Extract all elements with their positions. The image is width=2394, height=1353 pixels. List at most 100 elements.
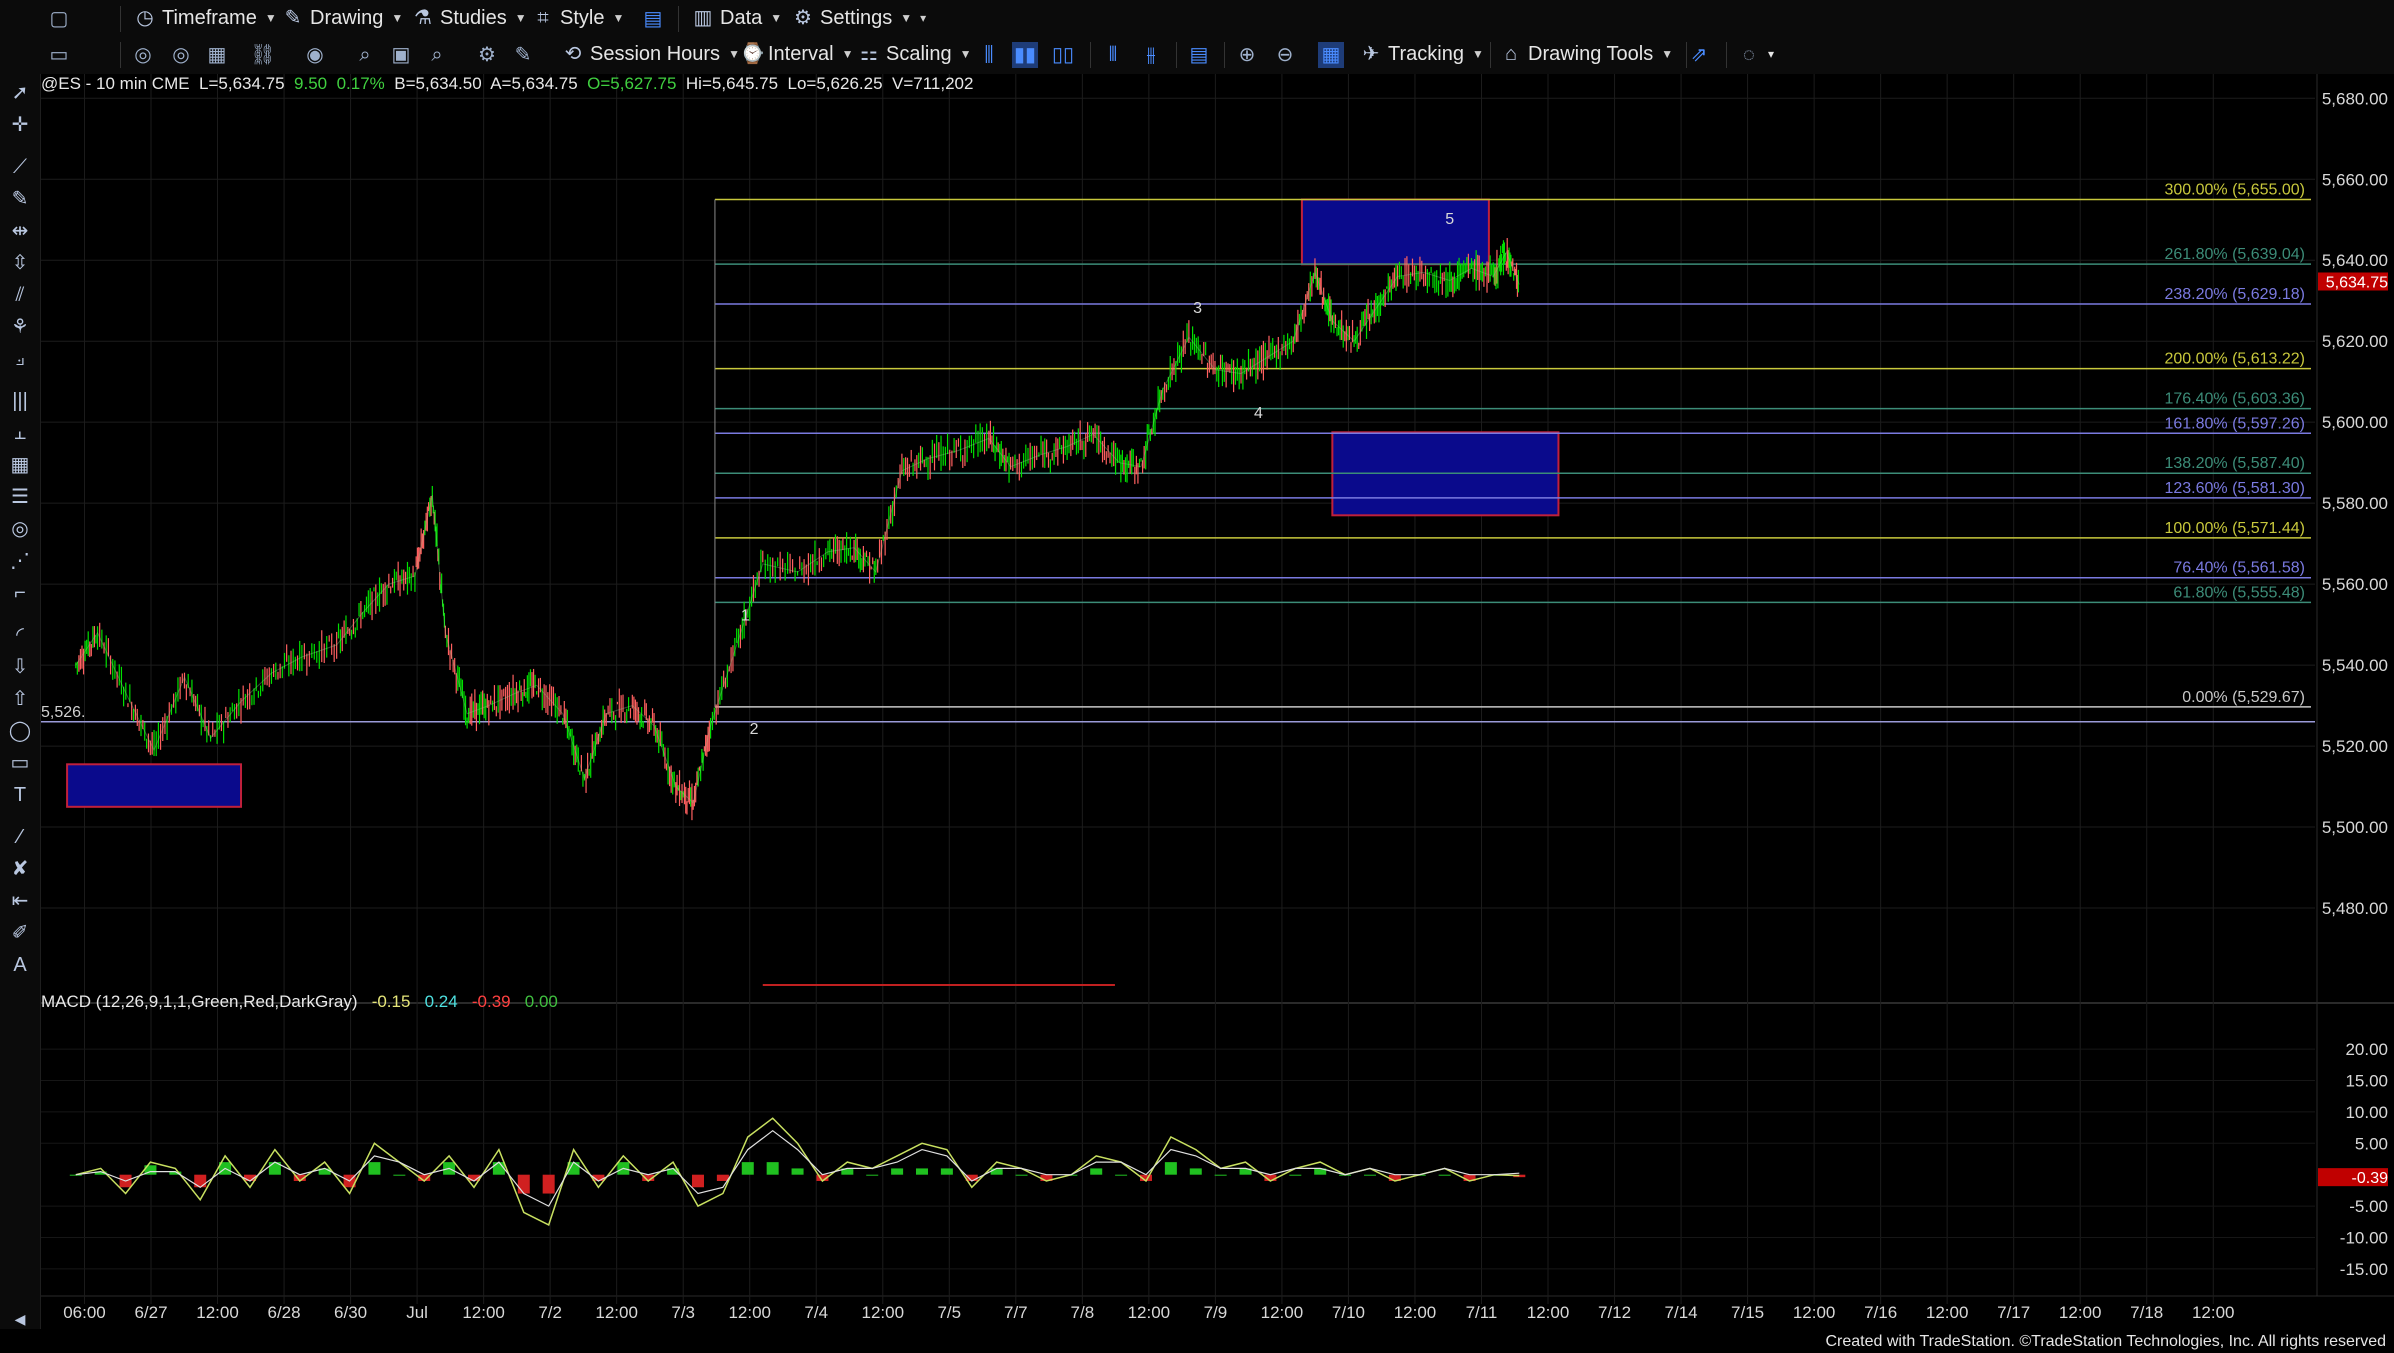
price-chart[interactable]: 06:00 6/27 12:00 6/28 6/30 Jul 12:00 7/2 12:00 7/…: [41, 74, 2394, 1353]
layout-icon[interactable]: ▤: [640, 6, 666, 32]
channel-icon[interactable]: ⫽: [7, 282, 33, 308]
delete-drawing-icon[interactable]: ✘: [7, 856, 33, 882]
flask-icon: ⚗: [414, 7, 432, 29]
candlestick-icon[interactable]: ▮▮: [1012, 42, 1038, 68]
compress-icon[interactable]: ⫴: [1100, 42, 1126, 68]
print-icon[interactable]: ▦: [204, 42, 230, 68]
overflow-icon[interactable]: ▾: [1768, 40, 1774, 68]
highlighter-icon[interactable]: ✐: [7, 920, 33, 946]
time-axis-label: 7/15: [1731, 1303, 1764, 1322]
save-icon[interactable]: ▣: [388, 42, 414, 68]
rectangle-icon[interactable]: ▭: [7, 750, 33, 776]
studies-menu[interactable]: ⚗ Studies ▼: [412, 4, 527, 32]
session-hours-menu[interactable]: ⟲ Session Hours ▼: [562, 40, 740, 68]
text-icon[interactable]: T: [7, 782, 33, 808]
macd-histogram-bar: [990, 1168, 1003, 1175]
zoom-out-icon[interactable]: ⊖: [1272, 42, 1298, 68]
down-arrow-icon[interactable]: ⇩: [7, 654, 33, 680]
vertical-line-icon[interactable]: ⇳: [7, 250, 33, 276]
interval-menu[interactable]: ⌚ Interval ▼: [740, 40, 853, 68]
gann-icon[interactable]: ⚘: [7, 314, 33, 340]
text-box-icon[interactable]: A: [7, 952, 33, 978]
step-icon[interactable]: ⌐: [7, 580, 33, 606]
pointer-icon[interactable]: ➚: [7, 80, 33, 106]
arc-icon[interactable]: ◜: [7, 622, 33, 648]
macd-histogram-bar: [1289, 1174, 1302, 1176]
fib-level-label: 200.00% (5,613.22): [2164, 351, 2305, 368]
lines-icon[interactable]: ☰: [7, 484, 33, 510]
timeframe-menu[interactable]: ◷ Timeframe ▼: [134, 4, 276, 32]
bar-chart-icon[interactable]: ⫼: [976, 42, 1002, 68]
macd-histogram-bar: [691, 1174, 704, 1188]
edit-line-icon[interactable]: ⁄: [7, 824, 33, 850]
bid-price: B=5,634.50: [394, 74, 482, 93]
zoom-in-icon[interactable]: ◎: [130, 42, 156, 68]
link-icon[interactable]: ⛓: [250, 42, 276, 68]
dots-icon[interactable]: ⋰: [7, 548, 33, 574]
chat-icon[interactable]: ◌: [1736, 42, 1762, 68]
zoom-out-icon[interactable]: ◎: [168, 42, 194, 68]
expand-icon[interactable]: ⫵: [1138, 42, 1164, 68]
timeframe-label: Timeframe: [162, 6, 257, 29]
up-arrow-icon[interactable]: ⇧: [7, 686, 33, 712]
table-icon[interactable]: ▦: [7, 452, 33, 478]
drawing-menu[interactable]: ✎ Drawing ▼: [282, 4, 404, 32]
pencil-icon[interactable]: ✎: [7, 186, 33, 212]
trendline-icon[interactable]: ⟋: [7, 154, 33, 180]
symbol-name: @ES - 10 min CME: [41, 74, 190, 93]
search-icon[interactable]: ⌕: [352, 42, 378, 68]
hierarchy-icon[interactable]: ⚙: [474, 42, 500, 68]
style-icon: ⌗: [537, 7, 549, 29]
chevron-down-icon: ▼: [612, 11, 625, 25]
footer-copyright: Created with TradeStation. ©TradeStation…: [1825, 1333, 2386, 1350]
bars-icon[interactable]: |||: [7, 388, 33, 414]
line-chart-icon[interactable]: ▯▯: [1050, 42, 1076, 68]
time-axis-label: 12:00: [196, 1303, 239, 1322]
chart-area[interactable]: 06:00 6/27 12:00 6/28 6/30 Jul 12:00 7/2 12:00 7/…: [41, 74, 2394, 1353]
ruler-icon[interactable]: ⟓: [7, 346, 33, 372]
drawing-tools-menu[interactable]: ⌂ Drawing Tools ▼: [1500, 40, 1673, 68]
style-menu[interactable]: ⌗ Style ▼: [532, 4, 624, 32]
macd-axis-label: -15.00: [2340, 1260, 2388, 1279]
price-axis-label: 5,580.00: [2322, 494, 2388, 513]
export-icon[interactable]: ⇗: [1686, 42, 1712, 68]
macd-last-value-label: -0.39: [2352, 1170, 2389, 1187]
time-axis-label: 12:00: [595, 1303, 638, 1322]
window-icon[interactable]: ▢: [46, 6, 72, 32]
target-box: [1300, 198, 1490, 266]
crosshair-icon[interactable]: ✛: [7, 112, 33, 138]
target-icon[interactable]: ◉: [302, 42, 328, 68]
window-icon[interactable]: ▭: [46, 42, 72, 68]
toolbar-divider: [120, 6, 121, 32]
cycle-icon[interactable]: ◎: [7, 516, 33, 542]
scaling-icon: ⚏: [860, 43, 878, 65]
time-axis-label: 7/2: [538, 1303, 562, 1322]
ellipse-icon[interactable]: ◯: [7, 718, 33, 744]
session-hours-label: Session Hours: [590, 42, 721, 65]
macd-histogram-bar: [940, 1168, 953, 1175]
settings-menu[interactable]: ⚙ Settings ▼ ▾: [792, 4, 926, 32]
horizontal-line-icon[interactable]: ⇹: [7, 218, 33, 244]
fib-icon[interactable]: ⫠: [7, 420, 33, 446]
data-menu[interactable]: ▥ Data ▼: [692, 4, 783, 32]
panes-icon[interactable]: ▤: [1186, 42, 1212, 68]
time-axis-label: 12:00: [1527, 1303, 1570, 1322]
tracking-menu[interactable]: ✈ Tracking ▼: [1360, 40, 1484, 68]
time-axis-label: 7/9: [1204, 1303, 1228, 1322]
scaling-menu[interactable]: ⚏ Scaling ▼: [858, 40, 971, 68]
edit-icon[interactable]: ✎: [510, 42, 536, 68]
macd-histogram-bar: [1115, 1174, 1128, 1176]
macd-histogram-bar: [1164, 1162, 1177, 1175]
macd-histogram-bar: [791, 1168, 804, 1175]
macd-histogram-bar: [1090, 1168, 1103, 1175]
zoom-in-icon[interactable]: ⊕: [1234, 42, 1260, 68]
time-axis-label: 06:00: [63, 1303, 106, 1322]
grid-icon[interactable]: ▦: [1318, 42, 1344, 68]
expand-left-icon[interactable]: ◀: [7, 1306, 33, 1332]
price-axis-label: 5,520.00: [2322, 737, 2388, 756]
snap-left-icon[interactable]: ⇤: [7, 888, 33, 914]
overflow-icon[interactable]: ▾: [920, 11, 926, 25]
time-axis-label: 7/10: [1332, 1303, 1365, 1322]
lookup-icon[interactable]: ⌕: [424, 42, 450, 68]
fib-level-label: 138.20% (5,587.40): [2164, 455, 2305, 472]
